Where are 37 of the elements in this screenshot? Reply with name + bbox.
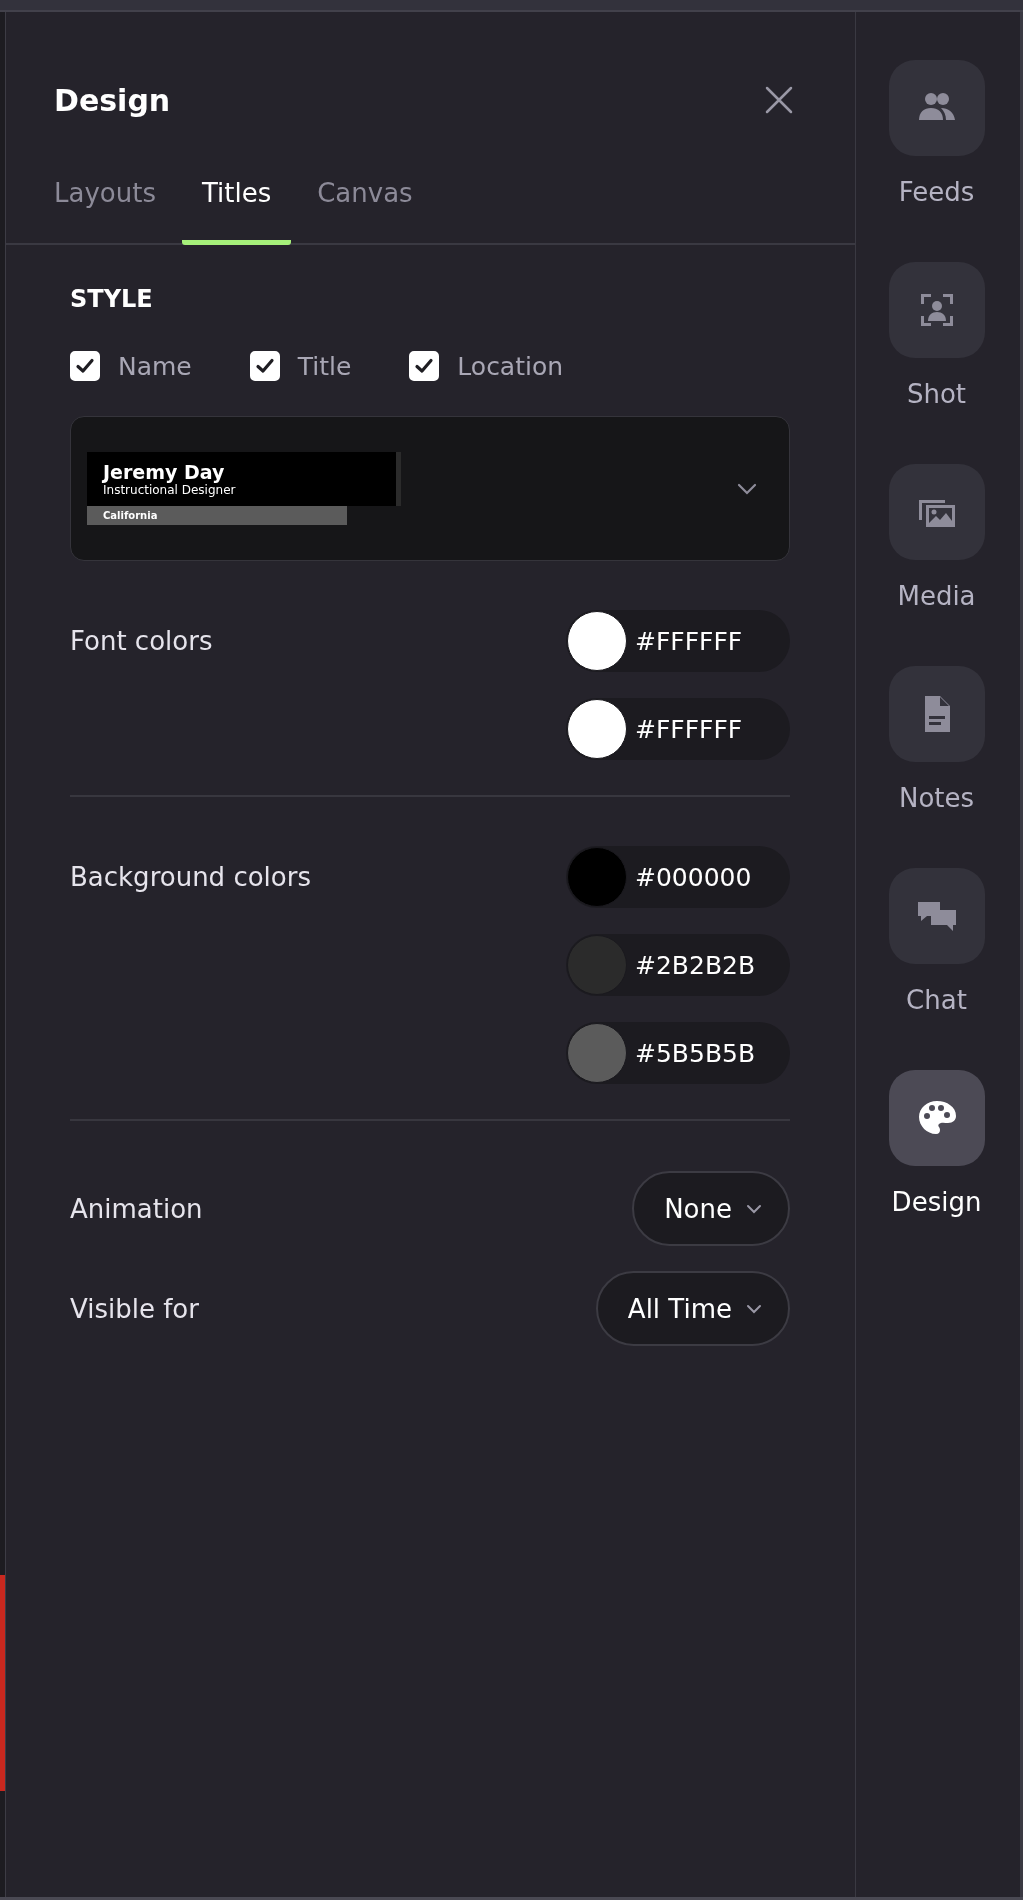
chevron-down-icon xyxy=(746,1203,762,1214)
tab[interactable]: Layouts xyxy=(34,178,176,245)
sidebar-label: Notes xyxy=(898,782,975,814)
color-picker[interactable]: #000000 xyxy=(566,846,790,908)
chevron-down-icon xyxy=(737,482,757,495)
setting-label: Animation xyxy=(70,1193,203,1224)
close-icon[interactable] xyxy=(765,86,793,114)
animation-dropdown[interactable]: None xyxy=(632,1171,790,1246)
color-picker[interactable]: #FFFFFF xyxy=(566,698,790,760)
checkbox[interactable] xyxy=(249,351,280,381)
color-picker[interactable]: #2B2B2B xyxy=(566,934,790,996)
preview-name: Jeremy Day xyxy=(103,461,225,483)
visibility-dropdown[interactable]: All Time xyxy=(595,1271,790,1346)
checkbox-label: Title xyxy=(297,351,352,381)
title-style-dropdown[interactable]: Jeremy Day Instructional Designer California xyxy=(70,416,790,561)
sidebar-label: Media xyxy=(897,580,976,612)
color-picker[interactable]: #5B5B5B xyxy=(566,1022,790,1084)
color-picker[interactable]: #FFFFFF xyxy=(566,610,790,672)
setting-label: Font colors xyxy=(70,625,213,658)
sidebar-label: Feeds xyxy=(898,176,975,208)
preview-title: Instructional Designer xyxy=(103,483,237,497)
checkbox[interactable] xyxy=(409,351,440,381)
chevron-down-icon xyxy=(746,1303,762,1314)
preview-location: California xyxy=(103,510,158,521)
setting-label: Background colors xyxy=(70,861,311,894)
sidebar-label: Chat xyxy=(906,984,967,1016)
section-heading: STYLE xyxy=(70,285,154,313)
checkbox-label: Location xyxy=(457,351,564,381)
sidebar-label: Design xyxy=(891,1186,982,1218)
checkbox[interactable] xyxy=(70,351,100,381)
tab[interactable]: Canvas xyxy=(297,178,433,245)
panel-title: Design xyxy=(54,82,171,118)
checkbox-label: Name xyxy=(118,351,192,381)
setting-label: Visible for xyxy=(70,1293,199,1324)
sidebar-label: Shot xyxy=(906,378,967,410)
sidebar-button[interactable] xyxy=(888,1070,985,1166)
tab[interactable]: Titles xyxy=(181,178,292,245)
